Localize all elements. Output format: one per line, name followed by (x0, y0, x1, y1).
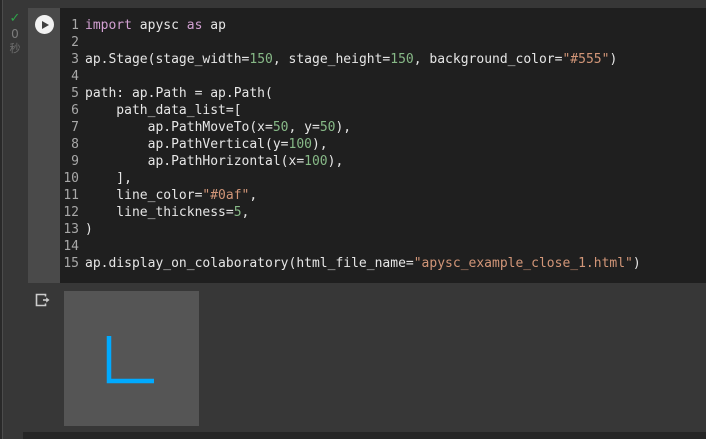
code-line[interactable]: 11 line_color="#0af", (60, 187, 706, 204)
code-text: line_thickness=5, (85, 205, 250, 220)
code-text: ap.PathMoveTo(x=50, y=50), (85, 120, 352, 135)
export-output-icon (34, 292, 51, 308)
line-number: 13 (63, 222, 79, 237)
execution-count: 0 (11, 27, 19, 41)
cell-toolbar (28, 8, 60, 283)
code-line[interactable]: 6 path_data_list=[ (60, 102, 706, 119)
notebook-page: { "colors": { "keyword": "#d2a0d2", "num… (0, 0, 706, 439)
code-text: import apysc as ap (85, 18, 226, 33)
code-line[interactable]: 2 (60, 34, 706, 51)
code-text: ap.Stage(stage_width=150, stage_height=1… (85, 52, 618, 67)
code-text: ap.PathHorizontal(x=100), (85, 154, 344, 169)
code-text: ], (85, 171, 132, 186)
code-line[interactable]: 12 line_thickness=5, (60, 204, 706, 221)
code-text: path_data_list=[ (85, 103, 242, 118)
code-text: ap.PathVertical(y=100), (85, 137, 328, 152)
line-number: 3 (71, 52, 79, 67)
stage-path-drawing (106, 336, 154, 384)
stage-canvas (64, 291, 199, 426)
code-line[interactable]: 5 path: ap.Path = ap.Path( (60, 85, 706, 102)
line-number: 4 (71, 69, 79, 84)
line-number: 15 (63, 256, 79, 271)
code-lines: 1 import apysc as ap 2 3 ap.Stage(stage_widt… (60, 17, 706, 272)
code-line[interactable]: 14 (60, 238, 706, 255)
code-text: line_color="#0af", (85, 188, 258, 203)
code-line[interactable]: 15 ap.display_on_colaboratory(html_file_n… (60, 255, 706, 272)
code-text: path: ap.Path = ap.Path( (85, 86, 273, 101)
line-number: 9 (71, 154, 79, 169)
code-line[interactable]: 13) (60, 221, 706, 238)
code-line[interactable]: 9 ap.PathHorizontal(x=100), (60, 153, 706, 170)
play-icon (41, 20, 49, 29)
success-check-icon: ✓ (9, 11, 21, 26)
line-number: 5 (71, 86, 79, 101)
code-line[interactable]: 4 (60, 68, 706, 85)
code-line[interactable]: 1 import apysc as ap (60, 17, 706, 34)
line-number: 1 (71, 18, 79, 33)
code-line[interactable]: 8 ap.PathVertical(y=100), (60, 136, 706, 153)
line-number: 2 (71, 35, 79, 50)
code-line[interactable]: 3 ap.Stage(stage_width=150, stage_height=… (60, 51, 706, 68)
code-text: ) (85, 222, 93, 237)
line-number: 6 (71, 103, 79, 118)
run-cell-button[interactable] (34, 15, 54, 34)
cell-status-gutter: ✓ 0 秒 (4, 11, 26, 56)
seconds-label: 秒 (9, 42, 21, 55)
bottom-bar (23, 432, 706, 439)
code-editor[interactable]: 1 import apysc as ap 2 3 ap.Stage(stage_widt… (60, 8, 706, 283)
line-number: 14 (63, 239, 79, 254)
code-text: ap.display_on_colaboratory(html_file_nam… (85, 256, 641, 271)
code-line[interactable]: 7 ap.PathMoveTo(x=50, y=50), (60, 119, 706, 136)
line-number: 7 (71, 120, 79, 135)
window-left-edge (0, 0, 3, 439)
code-line[interactable]: 10 ], (60, 170, 706, 187)
code-cell: 1 import apysc as ap 2 3 ap.Stage(stage_widt… (28, 8, 706, 283)
line-number: 11 (63, 188, 79, 203)
line-number: 10 (63, 171, 79, 186)
line-number: 12 (63, 205, 79, 220)
line-number: 8 (71, 137, 79, 152)
